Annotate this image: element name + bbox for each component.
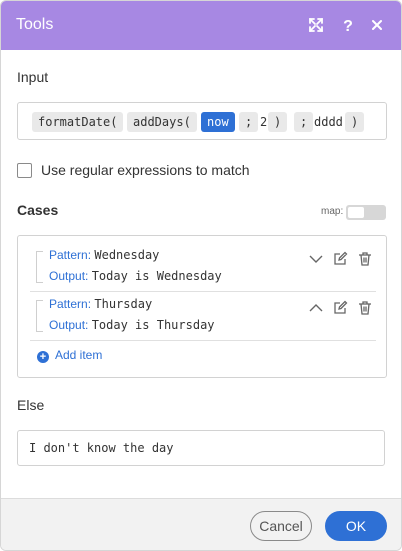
case-item[interactable]: Pattern: Thursday Output: Today is Thurs… — [30, 290, 375, 340]
svg-text:?: ? — [343, 18, 353, 35]
output-key: Output: — [49, 318, 89, 332]
else-label: Else — [17, 397, 45, 413]
close-icon[interactable] — [367, 15, 387, 35]
case-item[interactable]: Pattern: Wednesday Output: Today is Wedn… — [30, 241, 375, 291]
regex-label: Use regular expressions to match — [41, 162, 250, 178]
pattern-key: Pattern: — [49, 248, 92, 262]
separator-token[interactable]: ; — [239, 112, 259, 132]
pattern-key: Pattern: — [49, 297, 92, 311]
case-output: Output: Today is Thursday — [49, 318, 215, 332]
cases-list: Pattern: Wednesday Output: Today is Wedn… — [17, 235, 387, 378]
edit-icon[interactable] — [332, 300, 348, 316]
dialog-title: Tools — [16, 16, 54, 33]
regex-checkbox[interactable] — [17, 163, 32, 178]
now-token[interactable]: now — [201, 112, 235, 132]
format-date-token[interactable]: formatDate( — [32, 112, 124, 132]
case-bracket — [36, 300, 43, 332]
trash-icon[interactable] — [357, 251, 373, 267]
case-divider — [30, 340, 376, 341]
map-label: map: — [321, 206, 344, 217]
help-icon[interactable]: ? — [338, 15, 358, 35]
pattern-value: Wednesday — [94, 248, 160, 262]
chevron-up-icon[interactable] — [308, 300, 324, 316]
add-item-button[interactable]: + Add item — [37, 348, 102, 363]
case-output: Output: Today is Wednesday — [49, 269, 222, 283]
ok-button[interactable]: OK — [325, 511, 387, 541]
tools-dialog: Tools ? Input formatDate(addDays(now ;… — [0, 0, 402, 551]
cancel-button[interactable]: Cancel — [250, 511, 312, 541]
close-paren-token[interactable]: ) — [268, 112, 288, 132]
plus-icon: + — [37, 351, 49, 363]
case-bracket — [36, 251, 43, 283]
chevron-down-icon[interactable] — [308, 251, 324, 267]
cases-label: Cases — [17, 202, 59, 218]
trash-icon[interactable] — [357, 300, 373, 316]
dialog-footer: Cancel OK — [1, 498, 401, 550]
formula-editor[interactable]: formatDate( addDays( now ; 2 ) ; dddd ) — [17, 102, 387, 140]
toggle-knob — [348, 207, 364, 218]
output-key: Output: — [49, 269, 89, 283]
input-label: Input — [17, 69, 49, 85]
add-item-label: Add item — [55, 348, 103, 362]
separator-token[interactable]: ; — [294, 112, 314, 132]
close-paren-token[interactable]: ) — [345, 112, 365, 132]
dialog-header: Tools ? — [1, 1, 401, 50]
output-value: Today is Thursday — [91, 318, 215, 332]
add-days-token[interactable]: addDays( — [127, 112, 197, 132]
output-value: Today is Wednesday — [91, 269, 222, 283]
map-toggle[interactable] — [346, 205, 386, 220]
expand-icon[interactable] — [306, 15, 326, 35]
else-input[interactable]: I don't know the day — [17, 430, 385, 466]
pattern-value: Thursday — [94, 297, 153, 311]
case-pattern: Pattern: Thursday — [49, 297, 152, 311]
case-pattern: Pattern: Wednesday — [49, 248, 159, 262]
format-text: dddd — [314, 115, 343, 129]
edit-icon[interactable] — [332, 251, 348, 267]
